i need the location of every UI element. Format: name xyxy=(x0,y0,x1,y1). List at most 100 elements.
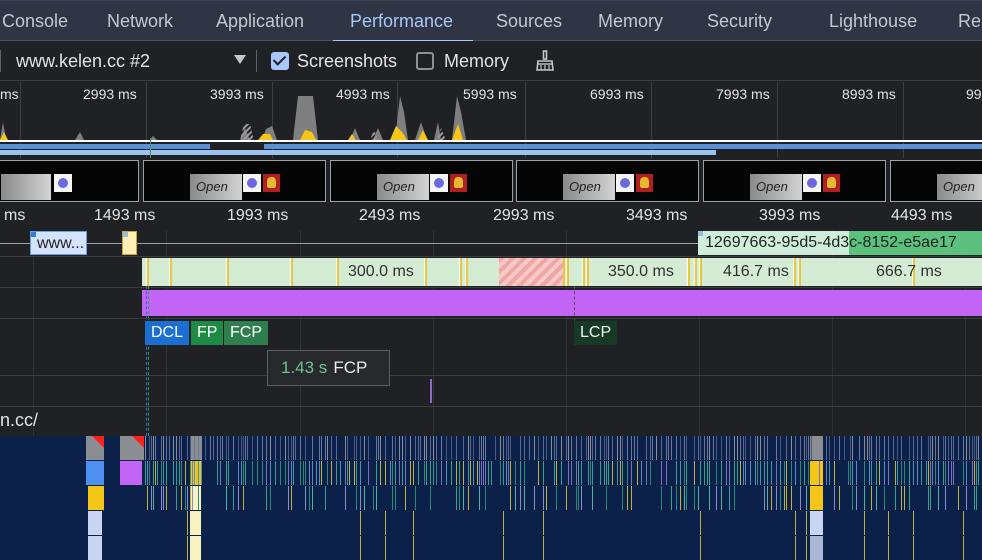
task-stripe[interactable] xyxy=(392,436,393,460)
event-stripe[interactable] xyxy=(834,461,835,485)
call-stripe[interactable] xyxy=(709,486,710,510)
task-stripe[interactable] xyxy=(859,436,860,460)
task-stripe[interactable] xyxy=(958,436,959,460)
event-stripe[interactable] xyxy=(622,461,623,485)
event-stripe[interactable] xyxy=(349,461,350,485)
call-stripe[interactable] xyxy=(895,486,896,510)
call-stripe[interactable] xyxy=(852,486,853,510)
call-stripe[interactable] xyxy=(606,486,607,510)
event-stripe[interactable] xyxy=(293,461,294,485)
event-stripe[interactable] xyxy=(275,461,276,485)
task-stripe[interactable] xyxy=(576,436,577,460)
task-stripe[interactable] xyxy=(481,436,482,460)
task-stripe[interactable] xyxy=(424,436,425,460)
tab-lighthouse[interactable]: Lighthouse xyxy=(829,1,917,41)
function-call-block[interactable] xyxy=(810,511,823,535)
task-stripe[interactable] xyxy=(930,436,931,460)
task-stripe[interactable] xyxy=(368,436,369,460)
task-stripe[interactable] xyxy=(729,436,730,460)
task-stripe[interactable] xyxy=(420,436,421,460)
screenshots-label[interactable]: Screenshots xyxy=(297,41,397,81)
event-stripe[interactable] xyxy=(604,461,605,485)
task-stripe[interactable] xyxy=(181,436,182,460)
chevron-down-icon[interactable] xyxy=(234,55,246,64)
call-stripe[interactable] xyxy=(345,486,346,510)
event-stripe[interactable] xyxy=(503,461,504,485)
event-stripe[interactable] xyxy=(515,461,516,485)
call-stripe[interactable] xyxy=(238,486,239,510)
script-block[interactable] xyxy=(190,461,201,485)
event-stripe[interactable] xyxy=(483,461,484,485)
event-stripe[interactable] xyxy=(686,461,687,485)
task-stripe[interactable] xyxy=(686,436,687,460)
event-stripe[interactable] xyxy=(631,461,632,485)
task-stripe[interactable] xyxy=(275,436,276,460)
event-stripe[interactable] xyxy=(392,461,393,485)
task-stripe[interactable] xyxy=(546,436,547,460)
task-stripe[interactable] xyxy=(405,436,406,460)
event-stripe[interactable] xyxy=(819,461,820,485)
call-stripe[interactable] xyxy=(661,486,662,510)
call-stripe[interactable] xyxy=(463,486,464,510)
task-stripe[interactable] xyxy=(876,436,877,460)
call-stripe[interactable] xyxy=(181,486,182,510)
task-stripe[interactable] xyxy=(966,436,967,460)
event-stripe[interactable] xyxy=(319,461,320,485)
event-stripe[interactable] xyxy=(784,461,785,485)
event-stripe[interactable] xyxy=(321,461,322,485)
call-stripe[interactable] xyxy=(806,511,807,535)
task-stripe[interactable] xyxy=(969,436,970,460)
event-stripe[interactable] xyxy=(508,461,509,485)
call-stripe[interactable] xyxy=(503,536,504,560)
task-stripe[interactable] xyxy=(319,436,320,460)
timeline-tracks[interactable]: www... 12697663-95d5-4d3c-8152-e5ae17 30… xyxy=(0,230,982,560)
event-stripe[interactable] xyxy=(241,461,242,485)
event-stripe[interactable] xyxy=(576,461,577,485)
script-block[interactable] xyxy=(810,461,823,485)
task-stripe[interactable] xyxy=(791,436,792,460)
task-stripe[interactable] xyxy=(795,436,796,460)
event-stripe[interactable] xyxy=(895,461,896,485)
screenshot-frame[interactable] xyxy=(0,160,139,202)
call-stripe[interactable] xyxy=(468,486,469,510)
event-stripe[interactable] xyxy=(305,461,306,485)
task-stripe[interactable] xyxy=(262,436,263,460)
call-stripe[interactable] xyxy=(901,486,902,510)
event-stripe[interactable] xyxy=(716,461,717,485)
task-stripe[interactable] xyxy=(378,436,379,460)
function-call-block[interactable] xyxy=(88,536,102,560)
task-stripe[interactable] xyxy=(568,436,569,460)
call-stripe[interactable] xyxy=(360,536,361,560)
call-stripe[interactable] xyxy=(312,486,313,510)
event-stripe[interactable] xyxy=(266,461,267,485)
call-stripe[interactable] xyxy=(556,486,557,510)
tab-network[interactable]: Network xyxy=(107,1,173,41)
task-stripe[interactable] xyxy=(721,436,722,460)
task-stripe[interactable] xyxy=(935,436,936,460)
script-block[interactable] xyxy=(810,486,823,510)
parse-html-block[interactable] xyxy=(86,461,104,485)
call-stripe[interactable] xyxy=(176,486,177,510)
task-stripe[interactable] xyxy=(666,436,667,460)
task-stripe[interactable] xyxy=(617,436,618,460)
event-stripe[interactable] xyxy=(972,461,973,485)
screenshot-frame[interactable]: Open xyxy=(143,160,326,202)
event-stripe[interactable] xyxy=(704,461,705,485)
task-stripe[interactable] xyxy=(869,436,870,460)
task-stripe[interactable] xyxy=(776,436,777,460)
event-stripe[interactable] xyxy=(909,461,910,485)
task-stripe[interactable] xyxy=(581,436,582,460)
task-stripe[interactable] xyxy=(312,436,313,460)
event-stripe[interactable] xyxy=(926,461,927,485)
event-stripe[interactable] xyxy=(354,461,355,485)
event-stripe[interactable] xyxy=(966,461,967,485)
event-stripe[interactable] xyxy=(637,461,638,485)
task-stripe[interactable] xyxy=(698,436,699,460)
task-stripe[interactable] xyxy=(500,436,501,460)
task-stripe[interactable] xyxy=(600,436,601,460)
network-request[interactable]: www... xyxy=(30,231,87,255)
task-stripe[interactable] xyxy=(436,436,437,460)
call-stripe[interactable] xyxy=(864,511,865,535)
event-stripe[interactable] xyxy=(418,461,419,485)
task-stripe[interactable] xyxy=(938,436,939,460)
